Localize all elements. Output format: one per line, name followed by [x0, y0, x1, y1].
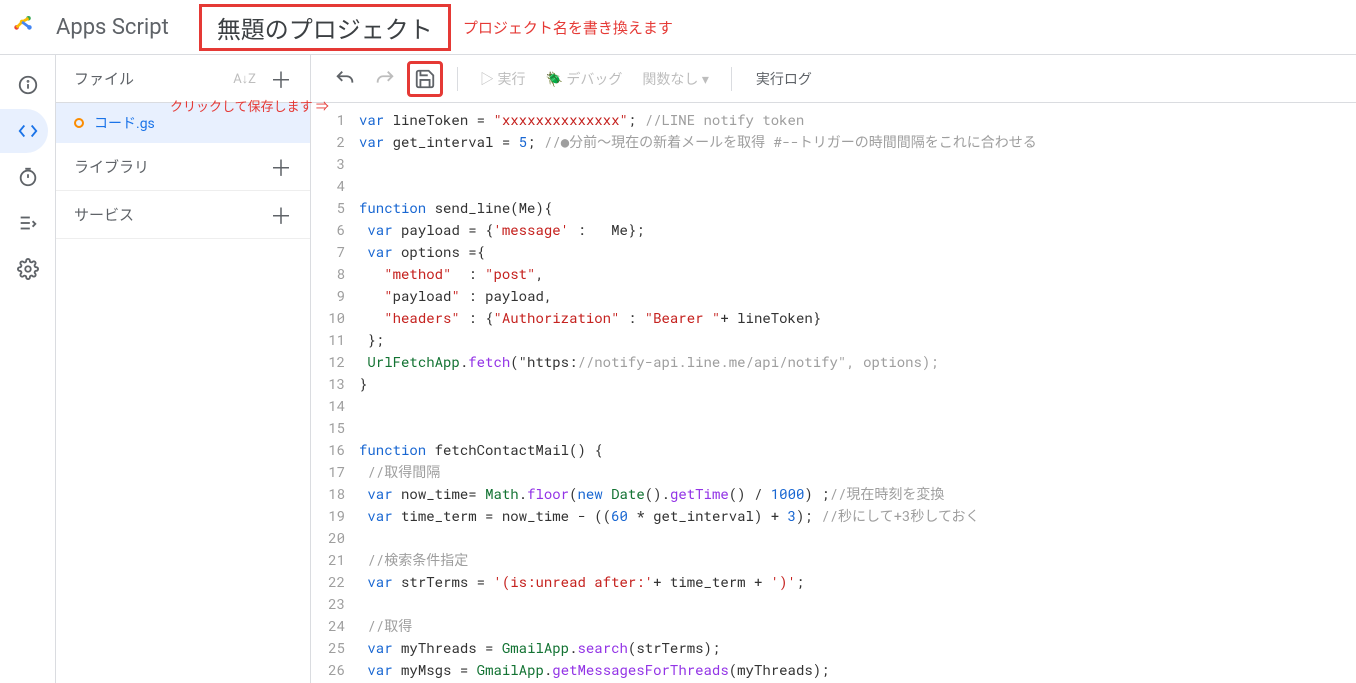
- code-editor[interactable]: 1234567891011121314151617181920212223242…: [311, 103, 1356, 683]
- editor-icon[interactable]: [16, 119, 40, 143]
- file-name-label: コード.gs: [94, 113, 155, 133]
- undo-button[interactable]: [327, 61, 363, 97]
- info-icon[interactable]: [16, 73, 40, 97]
- add-service-button[interactable]: ＋: [270, 199, 292, 231]
- function-dropdown[interactable]: 関数なし ▾: [634, 69, 717, 89]
- settings-icon[interactable]: [16, 257, 40, 281]
- separator: [731, 67, 732, 91]
- execution-log-button[interactable]: 実行ログ: [746, 69, 822, 89]
- main-area: ファイル A↓Z ＋ コード.gs ライブラリ ＋ サービス ＋ ▷ 実行 🪲 …: [0, 55, 1356, 683]
- file-sidebar: ファイル A↓Z ＋ コード.gs ライブラリ ＋ サービス ＋: [56, 55, 311, 683]
- annotation-title: プロジェクト名を書き換えます: [463, 17, 673, 38]
- services-label: サービス: [74, 204, 134, 225]
- code-content[interactable]: var lineToken = "xxxxxxxxxxxxxx"; //LINE…: [359, 109, 1356, 683]
- annotation-save: クリックして保存します ⇒: [170, 96, 329, 115]
- separator: [457, 67, 458, 91]
- sort-az-button[interactable]: A↓Z: [233, 71, 256, 87]
- app-header: Apps Script 無題のプロジェクト プロジェクト名を書き換えます: [0, 0, 1356, 55]
- line-gutter: 1234567891011121314151617181920212223242…: [311, 109, 359, 683]
- library-label: ライブラリ: [74, 156, 149, 177]
- left-rail: [0, 55, 56, 683]
- editor-toolbar: ▷ 実行 🪲 デバッグ 関数なし ▾ 実行ログ: [311, 55, 1356, 103]
- triggers-icon[interactable]: [16, 165, 40, 189]
- add-file-button[interactable]: ＋: [270, 63, 292, 95]
- library-row[interactable]: ライブラリ ＋: [56, 143, 310, 191]
- services-row[interactable]: サービス ＋: [56, 191, 310, 239]
- debug-button[interactable]: 🪲 デバッグ: [537, 69, 630, 89]
- redo-button[interactable]: [367, 61, 403, 97]
- editor-pane: ▷ 実行 🪲 デバッグ 関数なし ▾ 実行ログ 1234567891011121…: [311, 55, 1356, 683]
- save-button[interactable]: [407, 61, 443, 97]
- files-header-label: ファイル: [74, 68, 134, 89]
- app-name: Apps Script: [56, 15, 169, 40]
- apps-script-logo-icon: [12, 10, 46, 44]
- unsaved-indicator-icon: [74, 118, 84, 128]
- run-button[interactable]: ▷ 実行: [472, 69, 533, 89]
- executions-icon[interactable]: [16, 211, 40, 235]
- project-title-input[interactable]: 無題のプロジェクト: [199, 4, 451, 51]
- add-library-button[interactable]: ＋: [270, 151, 292, 183]
